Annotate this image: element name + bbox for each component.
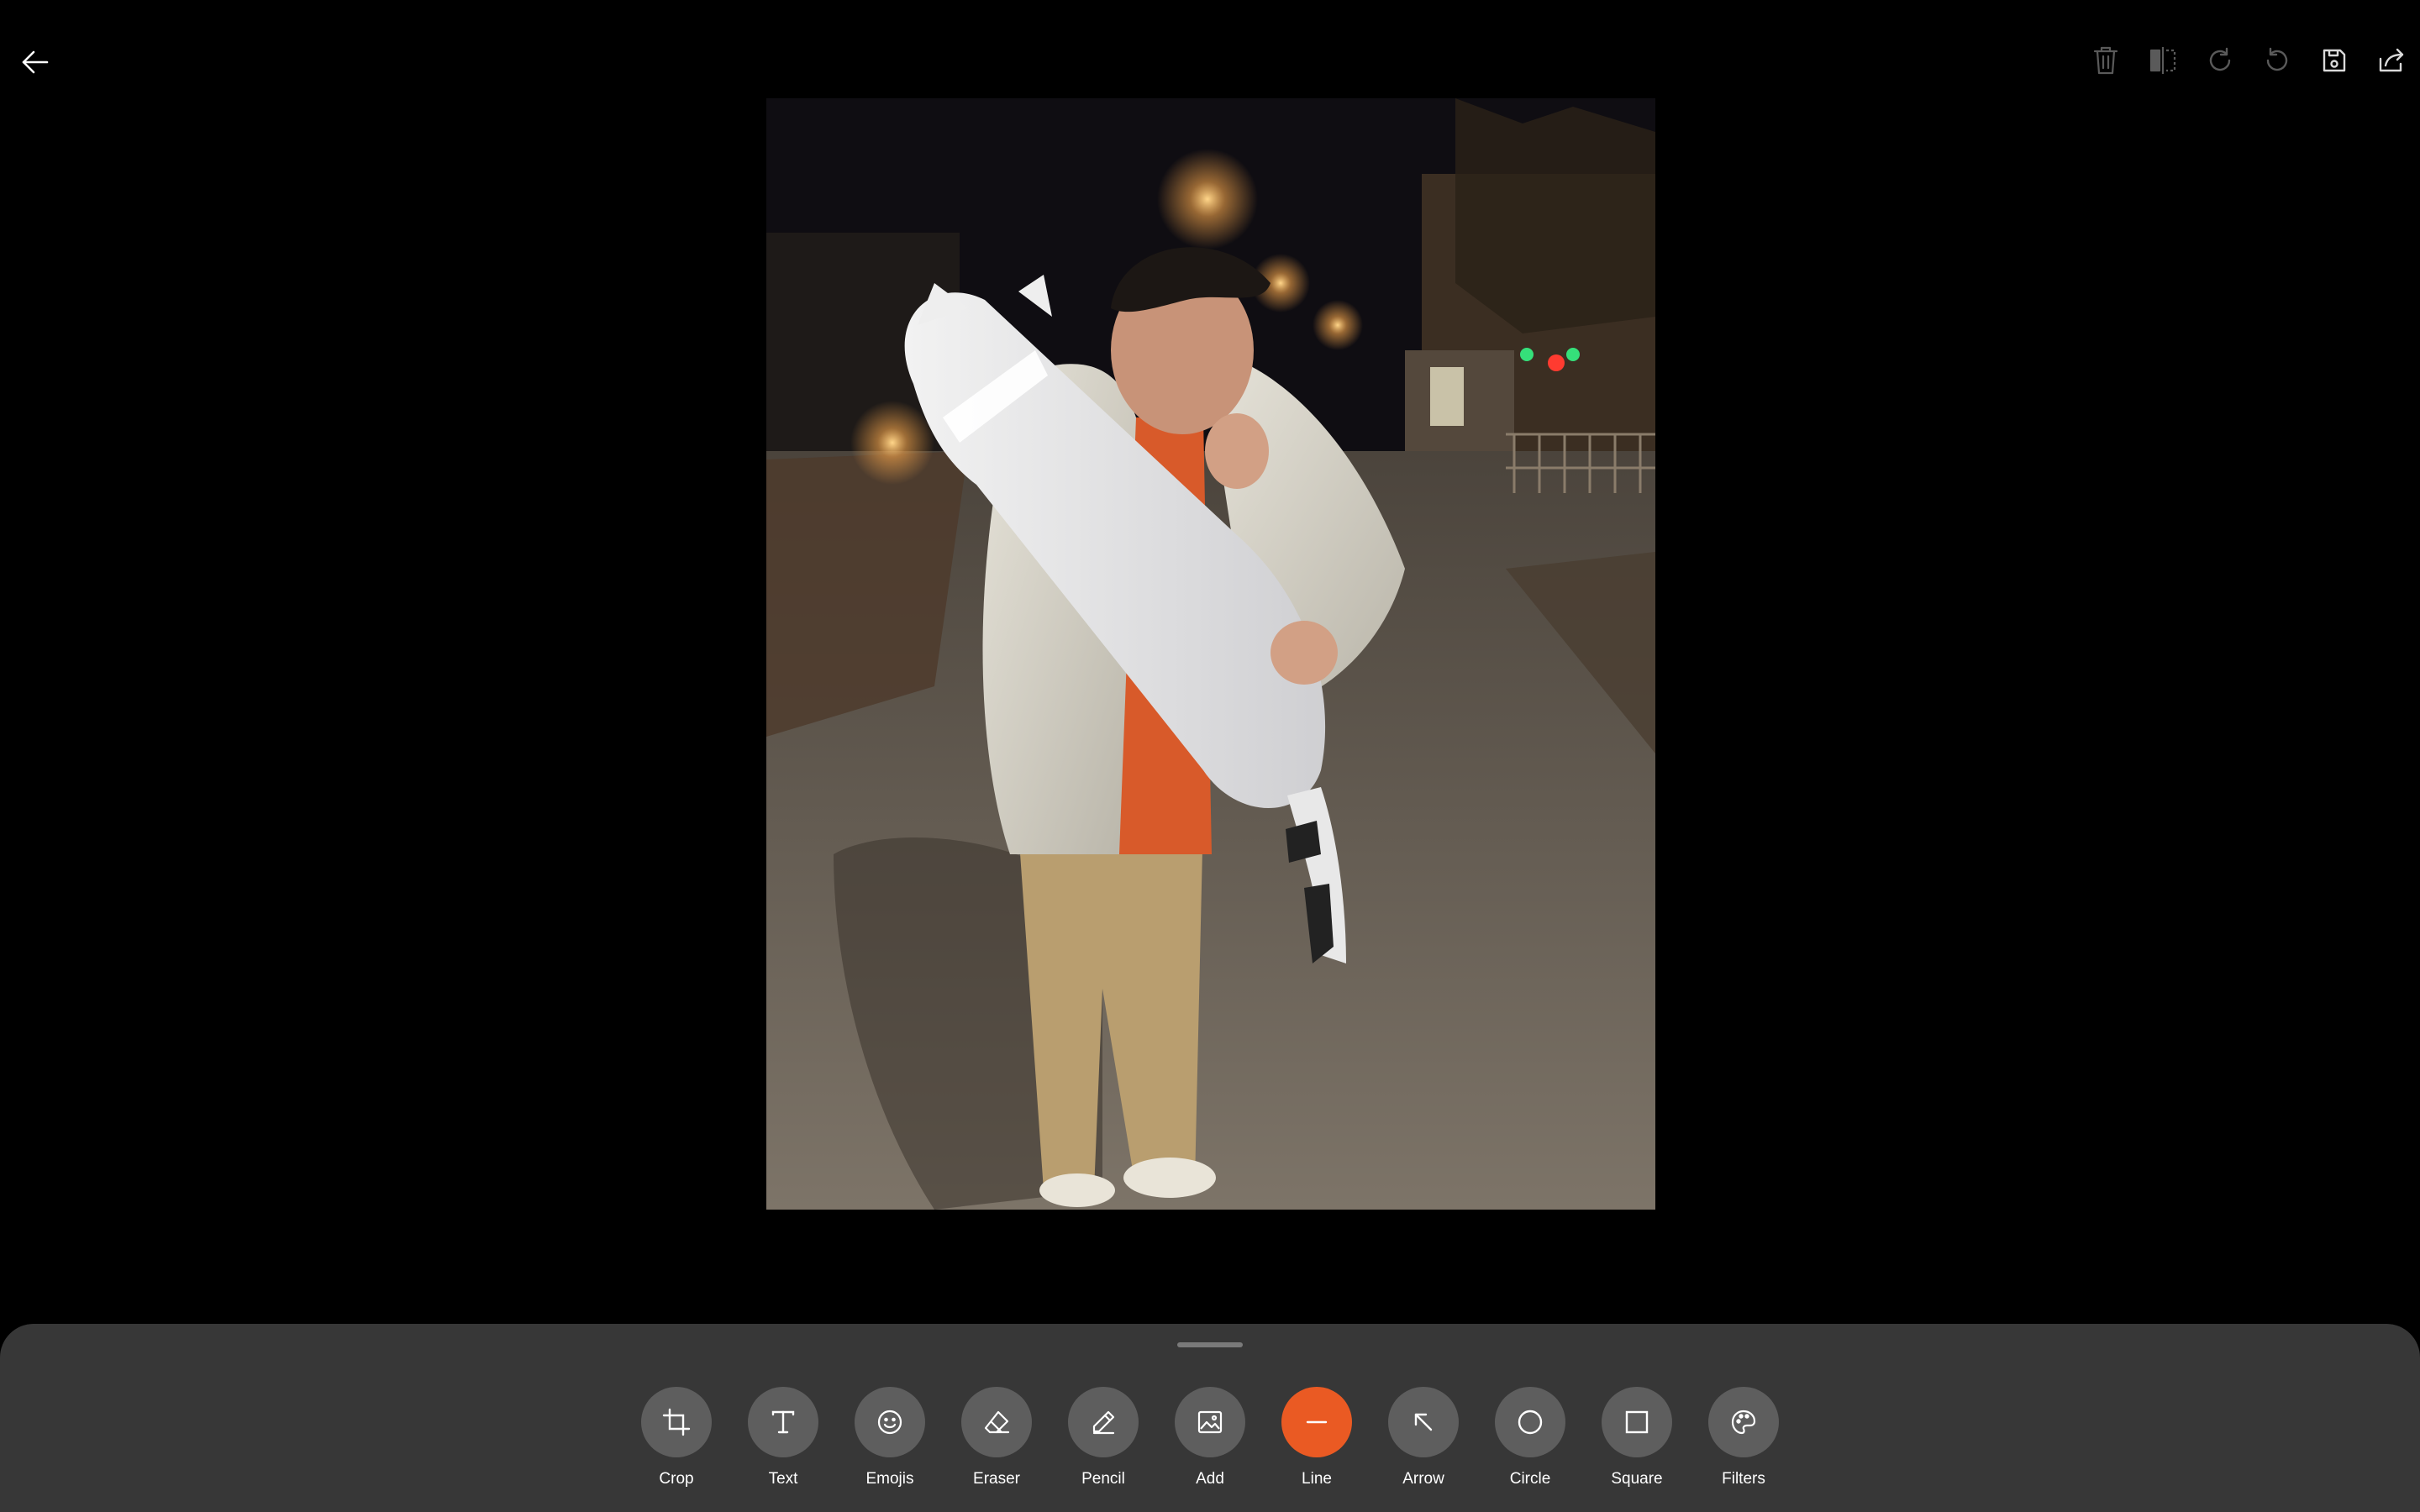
tool-filters[interactable]: Filters [1708,1387,1779,1488]
redo-icon [2209,47,2231,71]
tool-square[interactable]: Square [1602,1387,1672,1488]
photo-image [766,98,1655,1210]
save-button[interactable] [2316,42,2353,79]
trash-icon [2093,46,2118,75]
tool-emojis[interactable]: Emojis [855,1387,925,1488]
arrow-left-icon [22,50,49,74]
tool-label: Square [1611,1470,1663,1488]
tool-label: Emojis [865,1470,914,1488]
tool-pencil[interactable]: Pencil [1068,1387,1139,1488]
tool-line-button[interactable] [1281,1387,1352,1457]
flip-button[interactable] [2144,42,2181,79]
share-icon [2379,48,2404,72]
emoji-icon [877,1410,902,1435]
tool-label: Filters [1722,1470,1765,1488]
tool-eraser[interactable]: Eraser [961,1387,1032,1488]
text-icon [771,1410,795,1434]
tool-list: Crop Text Emojis Eraser Pencil Add Line … [0,1387,2420,1488]
tool-arrow[interactable]: Arrow [1388,1387,1459,1488]
tool-label: Text [768,1470,798,1488]
palette-icon [1731,1410,1756,1435]
crop-icon [662,1408,691,1436]
back-button[interactable] [18,45,52,79]
tool-text[interactable]: Text [748,1387,818,1488]
photo-canvas[interactable] [766,98,1655,1210]
tool-circle[interactable]: Circle [1495,1387,1565,1488]
tool-circle-button[interactable] [1495,1387,1565,1457]
circle-icon [1518,1410,1543,1435]
tool-label: Add [1196,1470,1224,1488]
tool-line[interactable]: Line [1281,1387,1352,1488]
tool-filters-button[interactable] [1708,1387,1779,1457]
tool-arrow-button[interactable] [1388,1387,1459,1457]
tool-label: Circle [1509,1470,1551,1488]
top-toolbar [2087,42,2410,79]
square-icon [1625,1410,1649,1434]
line-icon [1306,1420,1328,1424]
tool-crop-button[interactable] [641,1387,712,1457]
save-icon [2323,49,2346,72]
tool-square-button[interactable] [1602,1387,1672,1457]
tool-text-button[interactable] [748,1387,818,1457]
tool-emojis-button[interactable] [855,1387,925,1457]
tool-eraser-button[interactable] [961,1387,1032,1457]
image-icon [1197,1410,1223,1434]
undo-button[interactable] [2259,42,2296,79]
share-button[interactable] [2373,42,2410,79]
flip-horizontal-icon [2149,47,2176,74]
tool-label: Pencil [1081,1470,1125,1488]
pencil-icon [1092,1410,1115,1435]
tool-add[interactable]: Add [1175,1387,1245,1488]
redo-button[interactable] [2202,42,2238,79]
undo-icon [2266,47,2288,71]
tool-pencil-button[interactable] [1068,1387,1139,1457]
photo-editor: Crop Text Emojis Eraser Pencil Add Line … [0,0,2420,1512]
tool-crop[interactable]: Crop [641,1387,712,1488]
tool-label: Eraser [973,1470,1020,1488]
tool-label: Crop [659,1470,694,1488]
tool-panel: Crop Text Emojis Eraser Pencil Add Line … [0,1324,2420,1512]
panel-drag-handle[interactable] [1177,1342,1243,1347]
tool-label: Line [1302,1470,1332,1488]
arrow-up-left-icon [1414,1413,1433,1431]
eraser-icon [984,1410,1010,1434]
delete-button[interactable] [2087,42,2124,79]
tool-add-button[interactable] [1175,1387,1245,1457]
tool-label: Arrow [1402,1470,1444,1488]
